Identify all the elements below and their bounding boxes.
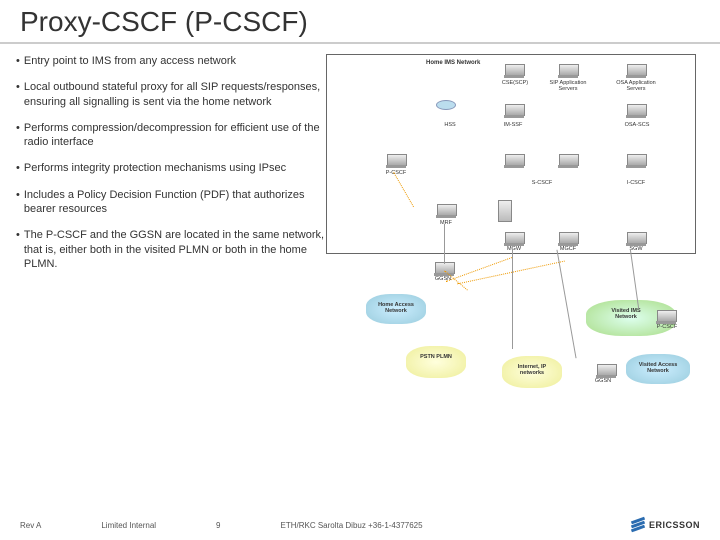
- footer: Rev A Limited Internal 9 ETH/RKC Sarolta…: [0, 521, 720, 530]
- node-label: I-CSCF: [620, 180, 652, 186]
- server-icon: [596, 364, 616, 378]
- bullet-icon: •: [16, 161, 20, 175]
- server-icon: [504, 232, 524, 246]
- bullet-icon: •: [16, 80, 20, 109]
- server-icon: [626, 104, 646, 118]
- brand-text: ERICSSON: [649, 520, 700, 530]
- title-bar: Proxy-CSCF (P-CSCF): [0, 0, 720, 44]
- node-label: OSA-SCS: [620, 122, 654, 128]
- bullet-text: Entry point to IMS from any access netwo…: [24, 54, 236, 68]
- server-icon: [504, 64, 524, 78]
- footer-class: Limited Internal: [101, 521, 156, 530]
- server-icon: [558, 64, 578, 78]
- list-item: •The P-CSCF and the GGSN are located in …: [16, 228, 326, 271]
- cloud-label: Visited Access Network: [634, 362, 682, 374]
- server-icon: [436, 204, 456, 218]
- node-label: IM-SSF: [498, 122, 528, 128]
- bullet-text: Performs compression/decompression for e…: [24, 121, 326, 150]
- bullet-icon: •: [16, 228, 20, 271]
- footer-credit: ETH/RKC Sarolta Dibuz +36-1-4377625: [281, 521, 423, 530]
- connection-line: [444, 224, 445, 264]
- bullet-text: The P-CSCF and the GGSN are located in t…: [24, 228, 326, 271]
- node-label: MGW: [502, 246, 526, 252]
- home-ims-box: Home IMS Network CSE(SCP) SIP Applicatio…: [326, 54, 696, 254]
- list-item: •Local outbound stateful proxy for all S…: [16, 80, 326, 109]
- bullet-icon: •: [16, 188, 20, 217]
- bullet-icon: •: [16, 121, 20, 150]
- server-icon: [434, 262, 454, 276]
- server-icon: [626, 64, 646, 78]
- bullet-icon: •: [16, 54, 20, 68]
- server-rack-icon: [498, 200, 512, 222]
- list-item: • Performs integrity protection mechanism…: [16, 161, 326, 175]
- list-item: •Performs compression/decompression for …: [16, 121, 326, 150]
- brand-logo: ERICSSON: [631, 518, 700, 532]
- footer-rev: Rev A: [20, 521, 41, 530]
- server-icon: [386, 154, 406, 168]
- connection-line: [457, 261, 565, 285]
- node-label: S-CSCF: [526, 180, 558, 186]
- network-diagram: Home IMS Network CSE(SCP) SIP Applicatio…: [326, 54, 704, 454]
- node-label: MRF: [434, 220, 458, 226]
- server-icon: [504, 104, 524, 118]
- node-label: GGSN: [588, 378, 618, 384]
- cloud-label: Home Access Network: [372, 302, 420, 314]
- home-ims-label: Home IMS Network: [426, 60, 486, 66]
- bullet-text: Performs integrity protection mechanisms…: [24, 161, 286, 175]
- cloud-label: PSTN PLMN: [418, 354, 454, 360]
- cloud-icon: [406, 346, 466, 378]
- cloud-label: Visited IMS Network: [602, 308, 650, 320]
- server-icon: [558, 232, 578, 246]
- bullet-list: • Entry point to IMS from any access netw…: [16, 54, 326, 454]
- server-icon: [504, 154, 524, 168]
- content-area: • Entry point to IMS from any access netw…: [0, 44, 720, 454]
- page-title: Proxy-CSCF (P-CSCF): [20, 6, 700, 38]
- bullet-text: Includes a Policy Decision Function (PDF…: [24, 188, 326, 217]
- bullet-text: Local outbound stateful proxy for all SI…: [24, 80, 326, 109]
- server-icon: [626, 154, 646, 168]
- node-label: SGW: [624, 246, 648, 252]
- node-label: SIP Application Servers: [544, 80, 592, 92]
- node-label: HSS: [440, 122, 460, 128]
- list-item: •Includes a Policy Decision Function (PD…: [16, 188, 326, 217]
- node-label: CSE(SCP): [496, 80, 534, 86]
- connection-line: [556, 250, 576, 359]
- list-item: • Entry point to IMS from any access netw…: [16, 54, 326, 68]
- server-icon: [656, 310, 676, 324]
- connection-line: [512, 249, 513, 349]
- server-icon: [558, 154, 578, 168]
- server-icon: [626, 232, 646, 246]
- node-label: OSA Application Servers: [612, 80, 660, 92]
- node-label: P-CSCF: [652, 324, 682, 330]
- cylinder-icon: [436, 100, 456, 110]
- ericsson-bars-icon: [631, 518, 645, 532]
- node-label: MGCF: [554, 246, 582, 252]
- cloud-label: Internet, IP networks: [510, 364, 554, 376]
- footer-page: 9: [216, 521, 220, 530]
